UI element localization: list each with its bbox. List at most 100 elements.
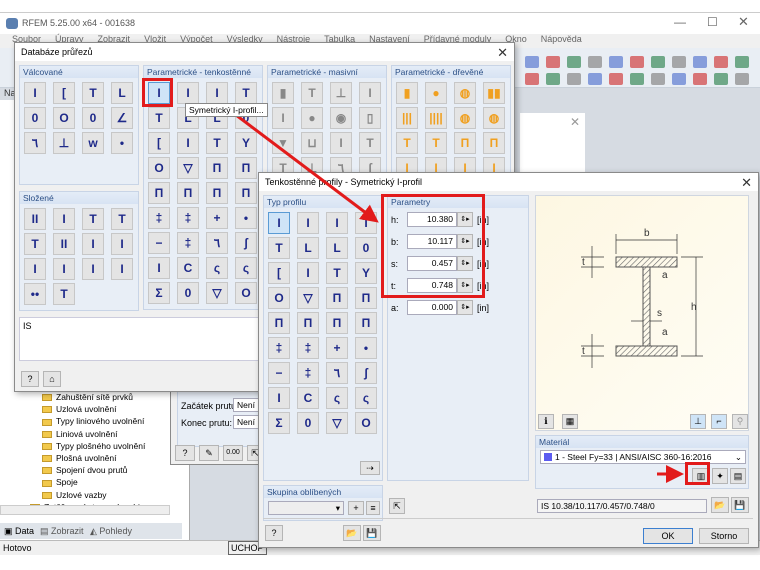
profile-type-icon[interactable]: O (355, 412, 377, 434)
profile-type-icon[interactable]: ∠ (111, 107, 133, 129)
ok-button[interactable]: OK (643, 528, 693, 544)
profile-type-icon[interactable]: O (148, 157, 170, 179)
close-app-button[interactable]: ✕ (738, 14, 749, 30)
profile-type-icon[interactable]: ‡ (148, 207, 170, 229)
profile-type-icon[interactable]: I (297, 262, 319, 284)
profile-type-icon[interactable]: Π (235, 157, 257, 179)
profile-type-icon[interactable]: Π (355, 312, 377, 334)
close-icon[interactable]: ✕ (497, 45, 508, 61)
profile-type-icon[interactable]: − (268, 362, 290, 384)
profile-type-icon[interactable]: ● (425, 82, 447, 104)
profile-type-icon[interactable]: ⊔ (301, 132, 323, 154)
toolbar-button-icon[interactable] (588, 73, 602, 85)
profile-type-icon[interactable]: C (177, 257, 199, 279)
tree-item[interactable]: Typy plošného uvolnění (30, 441, 180, 453)
toolbar-button-icon[interactable] (588, 56, 602, 68)
dimension-icon[interactable]: ⊥ (690, 414, 706, 429)
tree-item[interactable]: Spoje (30, 477, 180, 489)
profile-type-icon[interactable]: Π (326, 287, 348, 309)
help-button[interactable]: ? (175, 445, 195, 461)
profile-type-icon[interactable]: I (177, 82, 199, 104)
profile-type-icon[interactable]: ς (355, 387, 377, 409)
profile-type-icon[interactable]: ‡ (177, 207, 199, 229)
profile-type-icon[interactable]: ς (326, 387, 348, 409)
profile-type-icon[interactable]: Π (177, 182, 199, 204)
new-material-button[interactable]: ✦ (712, 468, 728, 484)
param-input[interactable]: 0.000 (407, 300, 457, 315)
profile-type-icon[interactable]: w (82, 132, 104, 154)
profile-type-icon[interactable]: •• (24, 283, 46, 305)
tree-scrollbar[interactable] (0, 505, 170, 515)
profile-type-icon[interactable]: I (272, 107, 294, 129)
minimize-button[interactable]: — (674, 15, 686, 29)
profile-type-icon[interactable]: ʃ (355, 362, 377, 384)
profile-type-icon[interactable]: T (111, 208, 133, 230)
profile-type-icon[interactable]: • (355, 337, 377, 359)
profile-type-icon[interactable]: L (111, 82, 133, 104)
library-button[interactable]: ⌂ (43, 371, 61, 387)
profile-type-icon[interactable]: T (359, 132, 381, 154)
profile-type-icon[interactable]: ▮ (272, 82, 294, 104)
tree-item[interactable]: Typy liniového uvolnění (30, 416, 180, 428)
profile-type-icon[interactable]: ▽ (206, 282, 228, 304)
profile-type-icon[interactable]: 0 (355, 237, 377, 259)
toolbar-button-icon[interactable] (693, 73, 707, 85)
profile-type-icon[interactable]: T (24, 233, 46, 255)
profile-type-icon[interactable]: [ (148, 132, 170, 154)
profile-type-icon[interactable]: ◍ (454, 107, 476, 129)
tree-item[interactable]: Zahuštění sítě prvků (30, 392, 180, 404)
profile-type-icon[interactable]: ▽ (326, 412, 348, 434)
profile-type-icon[interactable]: T (396, 132, 418, 154)
section-name-field[interactable]: IS 10.38/10.117/0.457/0.748/0 (537, 499, 707, 513)
profile-type-icon[interactable]: Π (326, 312, 348, 334)
profile-type-icon[interactable]: • (111, 132, 133, 154)
toolbar-button-icon[interactable] (546, 56, 560, 68)
open-button[interactable]: 📂 (343, 525, 361, 541)
edit-button[interactable]: ✎ (199, 445, 219, 461)
profile-type-icon[interactable]: Y (355, 262, 377, 284)
tab-data[interactable]: ▣ Data (4, 526, 34, 537)
profile-type-icon[interactable]: II (24, 208, 46, 230)
profile-type-icon[interactable]: ς (206, 257, 228, 279)
profile-type-icon[interactable]: ▽ (177, 157, 199, 179)
profile-type-icon[interactable]: + (326, 337, 348, 359)
tree-item[interactable]: Uzlová uvolnění (30, 404, 180, 416)
profile-type-icon[interactable]: I (53, 208, 75, 230)
toolbar-button-icon[interactable] (567, 73, 581, 85)
profile-type-icon[interactable]: T (301, 82, 323, 104)
profile-type-icon[interactable]: ◉ (330, 107, 352, 129)
profile-type-icon[interactable]: T (425, 132, 447, 154)
profile-type-icon[interactable]: Π (454, 132, 476, 154)
profile-type-icon[interactable]: ʃ (235, 232, 257, 254)
profile-type-icon[interactable]: 0 (24, 107, 46, 129)
favorites-button[interactable]: ≡ (366, 501, 380, 515)
profile-type-icon[interactable]: Π (206, 157, 228, 179)
profile-type-icon[interactable]: ▮ (396, 82, 418, 104)
info-icon[interactable]: ℹ (538, 414, 554, 429)
toolbar-button-icon[interactable] (546, 73, 560, 85)
display-options-icon[interactable]: ▦ (562, 414, 578, 429)
profile-type-icon[interactable]: ⊥ (53, 132, 75, 154)
close-icon[interactable]: ✕ (741, 175, 752, 191)
profile-type-icon[interactable]: I (326, 212, 348, 234)
tree-item[interactable]: Spojení dvou prutů (30, 465, 180, 477)
profile-type-icon[interactable]: I (359, 82, 381, 104)
tree-item[interactable]: Liniová uvolnění (30, 429, 180, 441)
profile-type-icon[interactable]: 0 (82, 107, 104, 129)
profile-type-icon[interactable]: ‡ (297, 337, 319, 359)
profile-type-icon[interactable]: ▼ (272, 132, 294, 154)
profile-type-icon[interactable]: Π (148, 182, 170, 204)
profile-type-icon[interactable]: II (53, 233, 75, 255)
toolbar-button-icon[interactable] (525, 56, 539, 68)
profile-type-icon[interactable]: ς (235, 257, 257, 279)
save-button[interactable]: 💾 (363, 525, 381, 541)
profile-type-icon[interactable]: T (53, 283, 75, 305)
profile-type-icon[interactable]: Y (235, 132, 257, 154)
toolbar-button-icon[interactable] (735, 56, 749, 68)
toolbar-button-icon[interactable] (630, 56, 644, 68)
profile-type-icon[interactable]: T (355, 212, 377, 234)
profile-type-icon[interactable]: I (297, 212, 319, 234)
cancel-button[interactable]: Storno (699, 528, 749, 544)
profile-type-icon[interactable]: Π (297, 312, 319, 334)
profile-type-icon[interactable]: I (111, 233, 133, 255)
